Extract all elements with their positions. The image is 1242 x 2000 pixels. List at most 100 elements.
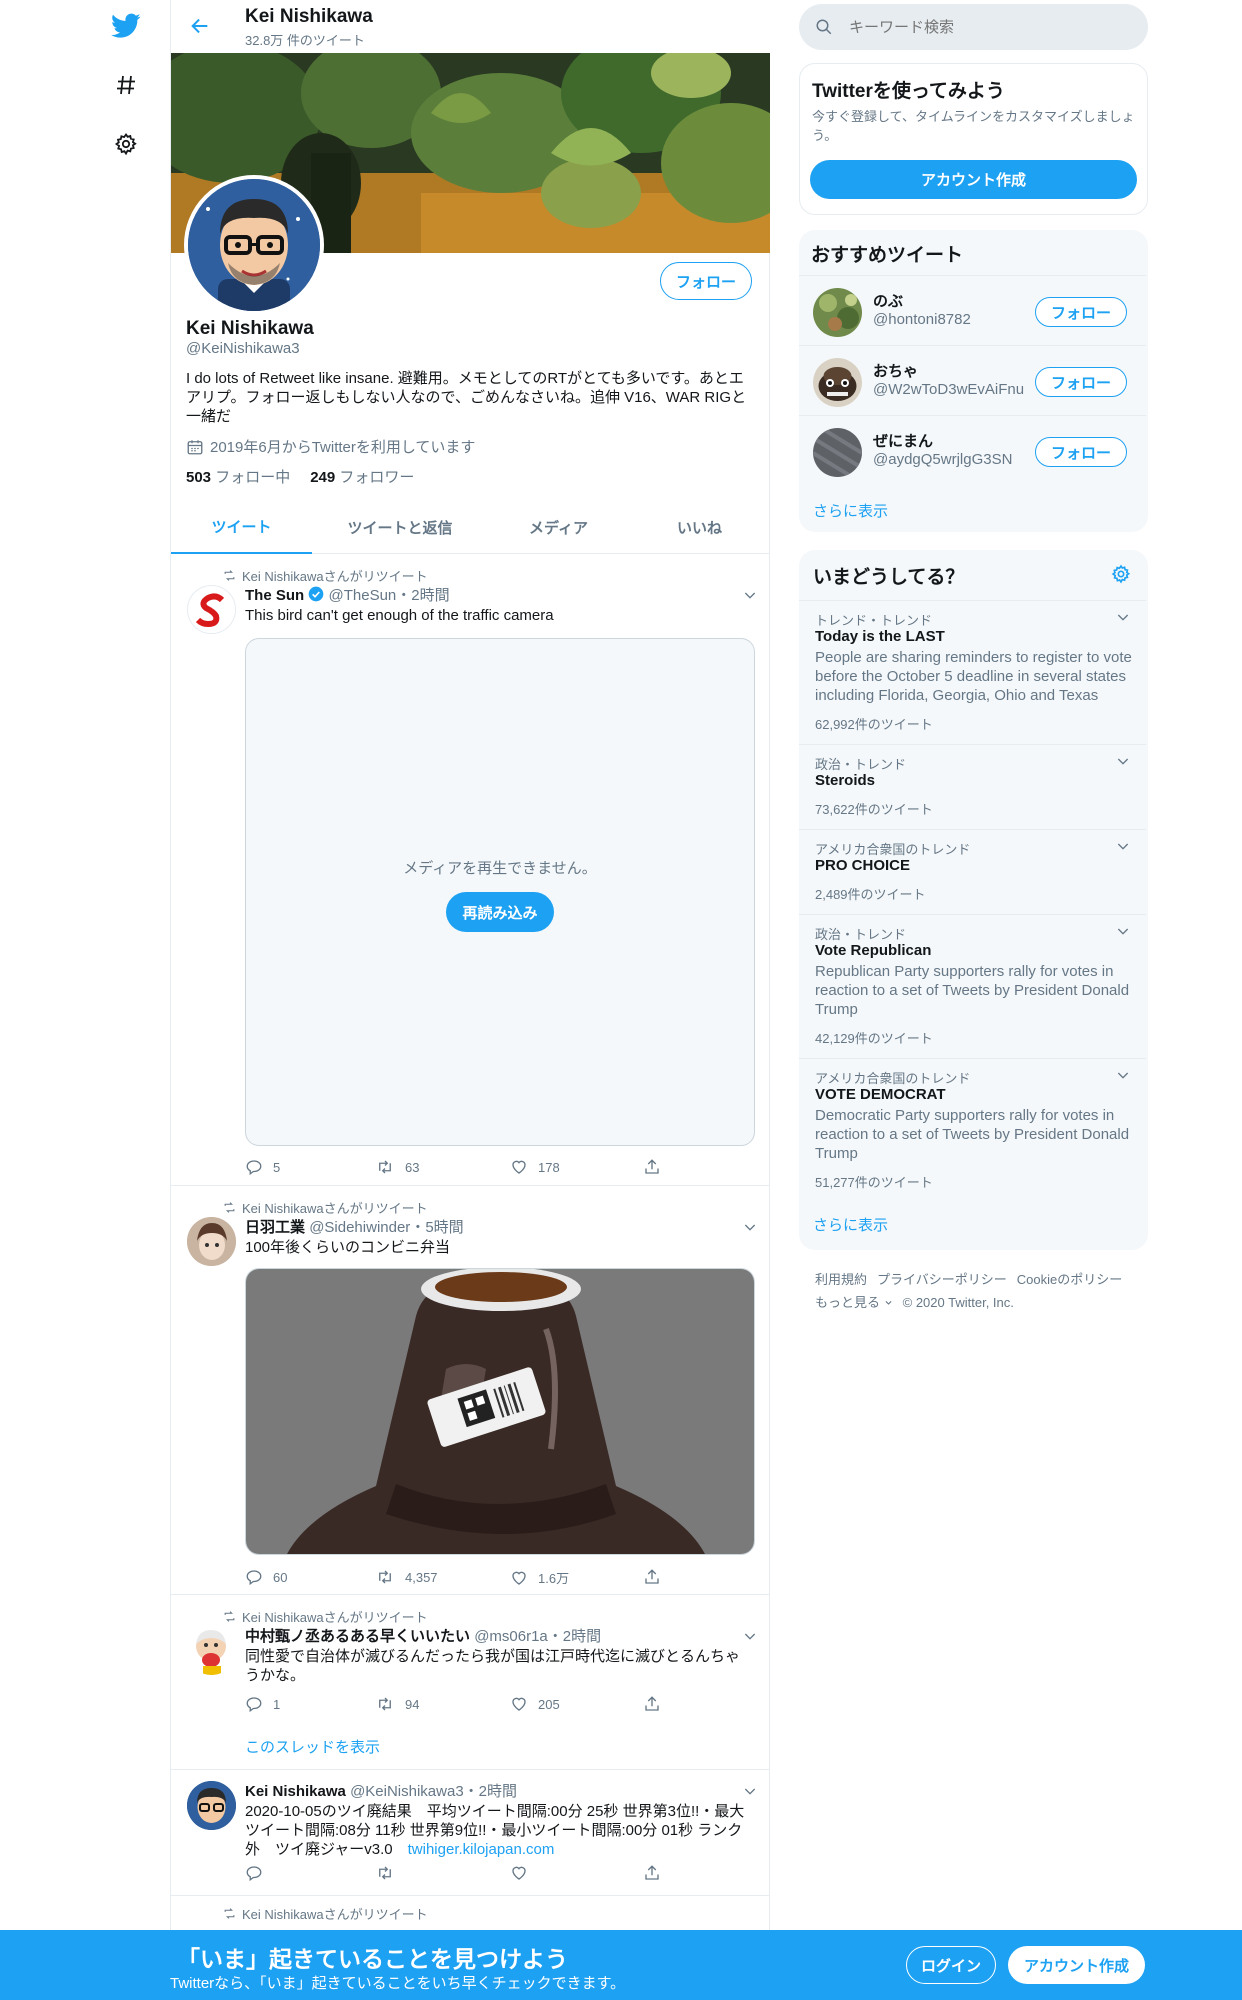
trend-item[interactable]: アメリカ合衆国のトレンド VOTE DEMOCRAT Democratic Pa… [799,1058,1146,1202]
share-action[interactable] [643,1695,661,1713]
share-action[interactable] [643,1158,661,1176]
like-action[interactable]: 1.6万 [510,1568,569,1587]
tweet-author-name[interactable]: 中村甄ノ丞あるある早くいいたい [245,1628,470,1645]
tweet-author-name[interactable]: 日羽工業 [245,1219,305,1236]
retweet-icon [379,1866,391,1880]
following-count: 503 [186,469,212,486]
avatar[interactable] [813,428,862,477]
explore-hashtag-icon[interactable] [108,67,144,103]
tweet-author-name[interactable]: Kei Nishikawa [245,1783,346,1800]
signup-button[interactable]: アカウント作成 [1008,1946,1145,1984]
reply-action[interactable]: 1 [245,1695,280,1713]
like-action[interactable] [510,1864,528,1882]
share-action[interactable] [643,1568,661,1586]
show-thread-link[interactable]: このスレッドを表示 [245,1736,380,1757]
tweet-link[interactable]: twihiger.kilojapan.com [408,1841,555,1858]
reply-action[interactable]: 60 [245,1568,287,1586]
suggested-user[interactable]: のぶ @hontoni8782 フォロー [799,275,1146,345]
suggested-user-name: のぶ [873,293,904,310]
more-label: もっと見る [815,1295,881,1310]
trend-item[interactable]: 政治・トレンド Vote Republican Republican Party… [799,914,1146,1058]
retweet-action[interactable] [375,1864,395,1882]
profile-avatar[interactable] [184,175,324,315]
tweet-image[interactable] [245,1268,755,1555]
reply-action[interactable]: 5 [245,1158,280,1176]
suggested-user-handle: @hontoni8782 [873,311,971,328]
bottom-bar-title: 「いま」起きていることを見つけよう [177,1946,568,1972]
chevron-down-icon[interactable] [742,1628,758,1644]
trend-item[interactable]: 政治・トレンド Steroids 73,622件のツイート [799,744,1146,829]
chevron-down-icon[interactable] [1115,609,1131,630]
followers-link[interactable]: 249 フォロワー [310,466,414,487]
tweet[interactable]: Kei Nishikawaさんがリツイート 中村甄ノ丞あるある早くいいたい @m… [171,1596,770,1770]
tweet-avatar[interactable] [187,1781,236,1830]
back-arrow-icon[interactable] [189,15,213,39]
trend-name: VOTE DEMOCRAT [815,1086,946,1103]
reload-button[interactable]: 再読み込み [446,892,554,932]
like-action[interactable]: 178 [510,1158,560,1176]
retweet-action[interactable]: 63 [375,1158,419,1176]
reply-action[interactable] [245,1864,263,1882]
chevron-down-icon[interactable] [742,587,758,603]
signup-card-title: Twitterを使ってみよう [812,81,1005,102]
show-more-link[interactable]: さらに表示 [813,500,888,521]
tweet-actions: 60 4,357 1.6万 [245,1568,675,1588]
tab-likes[interactable]: いいね [629,500,770,554]
following-link[interactable]: 503 フォロー中 [186,466,290,487]
avatar[interactable] [813,358,862,407]
privacy-link[interactable]: プライバシーポリシー [877,1268,1007,1291]
trend-item[interactable]: トレンド・トレンド Today is the LAST People are s… [799,600,1146,744]
login-button[interactable]: ログイン [906,1946,996,1984]
like-action[interactable]: 205 [510,1695,560,1713]
follow-button[interactable]: フォロー [1035,437,1127,467]
create-account-button[interactable]: アカウント作成 [810,160,1137,199]
trends-settings-gear-icon[interactable] [1111,564,1133,586]
chevron-down-icon[interactable] [742,1783,758,1799]
tab-tweets[interactable]: ツイート [171,500,312,554]
suggested-user-handle: @aydgQ5wrjlgG3SN [873,451,1013,468]
settings-gear-icon[interactable] [108,126,144,162]
tweet[interactable]: Kei Nishikawaさんがリツイート 日羽工業 @Sidehiwinder… [171,1187,770,1595]
share-action[interactable] [643,1864,661,1882]
suggested-user[interactable]: おちゃ @W2wToD3wEvAiFnu フォロー [799,345,1146,415]
more-link[interactable]: もっと見る [815,1291,893,1314]
retweet-action[interactable]: 94 [375,1695,419,1713]
terms-link[interactable]: 利用規約 [815,1268,867,1291]
tweet-avatar[interactable] [187,1217,236,1266]
tweet-text: 同性愛で自治体が滅びるんだったら我が国は江戸時代迄に滅びとるんちゃ うかな。 [245,1647,755,1685]
tweet-time[interactable]: ・2時間 [396,587,449,604]
chevron-down-icon[interactable] [1115,838,1131,859]
trend-item[interactable]: アメリカ合衆国のトレンド PRO CHOICE 2,489件のツイート [799,829,1146,914]
tweet-avatar[interactable] [187,1626,236,1675]
retweet-small-icon [224,570,235,581]
follow-button[interactable]: フォロー [1035,297,1127,327]
search-box[interactable] [799,4,1148,50]
avatar[interactable] [813,288,862,337]
follow-button[interactable]: フォロー [660,262,752,300]
tab-tweets-and-replies[interactable]: ツイートと返信 [312,500,488,554]
tweet-author-name[interactable]: The Sun [245,587,304,604]
tweet[interactable]: Kei Nishikawaさんがリツイート The Sun @TheSun・2時… [171,555,770,1186]
chevron-down-icon[interactable] [1115,753,1131,774]
retweet-action[interactable]: 4,357 [375,1568,438,1586]
follow-button[interactable]: フォロー [1035,367,1127,397]
chevron-down-icon[interactable] [742,1219,758,1235]
chevron-down-icon[interactable] [1115,923,1131,944]
profile-handle: @KeiNishikawa3 [186,340,300,357]
tweet[interactable]: Kei Nishikawa @KeiNishikawa3・2時間 2020-10… [171,1771,770,1896]
tweet-author-handle: @Sidehiwinder [309,1219,411,1236]
tweet-avatar[interactable] [187,585,236,634]
tweet-time[interactable]: ・2時間 [464,1783,517,1800]
tweet-time[interactable]: ・2時間 [548,1628,601,1645]
tweet-author-handle: @TheSun [328,587,397,604]
cookie-link[interactable]: Cookieのポリシー [1017,1268,1122,1291]
trend-name: PRO CHOICE [815,857,911,874]
tab-media[interactable]: メディア [488,500,629,554]
reply-count: 60 [273,1569,288,1585]
tweet-time[interactable]: ・5時間 [410,1219,463,1236]
twitter-logo-icon[interactable] [108,8,144,44]
show-more-trends-link[interactable]: さらに表示 [813,1214,888,1235]
suggested-user[interactable]: ぜにまん @aydgQ5wrjlgG3SN フォロー [799,415,1146,485]
chevron-down-icon[interactable] [1115,1067,1131,1088]
search-input[interactable] [849,4,1139,50]
